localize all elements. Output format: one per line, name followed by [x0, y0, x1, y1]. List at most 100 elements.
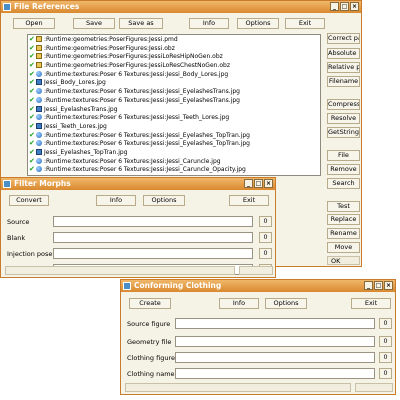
source-field[interactable] — [53, 216, 253, 227]
options-button[interactable]: Options — [143, 195, 185, 206]
resolve-button[interactable]: Resolve — [327, 113, 360, 124]
file-references-status: OK — [327, 256, 360, 265]
file-list-row[interactable]: ✔ :Runtime:textures:Poser 6 Textures:Jess… — [28, 87, 320, 96]
filter-morphs-titlebar[interactable]: Filter Morphs _ □ × — [1, 178, 275, 190]
relative-path-button[interactable]: Relative path — [327, 62, 360, 73]
file-path: Jessi_EyelashesTrans.jpg — [44, 105, 118, 113]
file-list-row[interactable]: ✔ :Runtime:textures:Poser 6 Textures:Jess… — [28, 96, 320, 105]
file-path: :Runtime:textures:Poser 6 Textures:Jessi… — [44, 96, 240, 104]
exit-button[interactable]: Exit — [351, 298, 391, 309]
source-browse-button[interactable]: 0 — [259, 216, 272, 227]
close-button[interactable]: × — [384, 281, 393, 290]
file-list-row[interactable]: ✔:Runtime:textures:Poser 6 Textures:Jess… — [28, 157, 320, 166]
geometry-file-browse-button[interactable]: 0 — [379, 336, 392, 347]
window-title: Conforming Clothing — [134, 281, 222, 290]
clothing-figure-label: Clothing figure — [127, 354, 175, 362]
test-button[interactable]: Test — [327, 201, 360, 212]
file-list-row[interactable]: ✔:Runtime:geometries:PoserFigures:JessiL… — [28, 52, 320, 61]
clothing-name-browse-button[interactable]: 0 — [379, 368, 392, 379]
options-button[interactable]: Options — [237, 18, 279, 29]
file-list-row[interactable]: ✔:Runtime:textures:Poser 6 Textures:Jess… — [28, 131, 320, 140]
check-mark-icon: ✔ — [29, 165, 35, 174]
file-references-titlebar[interactable]: File References _ □ × — [1, 1, 361, 13]
injection-pose-field[interactable] — [53, 248, 253, 259]
clothing-name-field[interactable] — [175, 368, 375, 379]
source-figure-browse-button[interactable]: 0 — [379, 318, 392, 329]
file-list[interactable]: ✔:Runtime:geometries:PoserFigures:Jessi.… — [27, 34, 321, 176]
file-list-row[interactable]: ✔ Jessi_Teeth_Lores.jpg — [28, 122, 320, 131]
options-button[interactable]: Options — [265, 298, 307, 309]
file-path: :Runtime:textures:Poser 6 Textures:Jessi… — [44, 88, 240, 96]
app-icon — [3, 3, 11, 11]
file-list-row[interactable]: ✔:Runtime:textures:Poser 6 Textures:Jess… — [28, 70, 320, 79]
figure-file-icon — [36, 53, 42, 60]
file-list-row[interactable]: ✔ Jessi_Eyelashes_TopTran.jpg — [28, 148, 320, 157]
geometry-file-label: Geometry file — [127, 338, 172, 346]
figure-file-icon — [36, 44, 42, 51]
rename-button[interactable]: Rename — [327, 228, 360, 239]
check-mark-icon: ✔ — [29, 113, 35, 122]
image-file-icon — [36, 148, 42, 155]
conforming-clothing-titlebar[interactable]: Conforming Clothing _ □ × — [121, 280, 395, 292]
minimize-button[interactable]: _ — [364, 281, 373, 290]
convert-button[interactable]: Convert — [9, 195, 49, 206]
file-path: :Runtime:textures:Poser 6 Textures:Jessi… — [44, 70, 229, 78]
check-mark-icon: ✔ — [29, 130, 35, 139]
replace-button[interactable]: Replace — [327, 214, 360, 225]
maximize-button[interactable]: □ — [374, 281, 383, 290]
check-mark-icon: ✔ — [29, 35, 35, 43]
info-button[interactable]: Info — [189, 18, 229, 29]
injection-pose-label: Injection pose — [7, 250, 53, 258]
open-button[interactable]: Open — [13, 18, 55, 29]
file-list-row[interactable]: ✔:Runtime:geometries:PoserFigures:Jessi.… — [28, 44, 320, 53]
check-mark-icon: ✔ — [29, 52, 35, 61]
move-button[interactable]: Move — [327, 242, 360, 253]
info-button[interactable]: Info — [219, 298, 259, 309]
injection-pose-browse-button[interactable]: 0 — [259, 248, 272, 259]
app-icon — [123, 282, 131, 290]
minimize-button[interactable]: _ — [244, 179, 253, 188]
exit-button[interactable]: Exit — [285, 18, 325, 29]
check-mark-icon: ✔ — [29, 147, 35, 156]
window-title: File References — [14, 2, 80, 11]
save-button[interactable]: Save — [73, 18, 115, 29]
maximize-button[interactable]: □ — [254, 179, 263, 188]
create-button[interactable]: Create — [129, 298, 171, 309]
clothing-figure-browse-button[interactable]: 0 — [379, 352, 392, 363]
file-list-row[interactable]: ✔:Runtime:textures:Poser 6 Textures:Jess… — [28, 113, 320, 122]
check-mark-icon: ✔ — [29, 87, 35, 96]
status-ok: OK — [331, 257, 341, 265]
absolute-path-button[interactable]: Absolute path — [327, 48, 360, 59]
source-figure-field[interactable] — [175, 318, 375, 329]
minimize-button[interactable]: _ — [330, 2, 339, 11]
close-button[interactable]: × — [264, 179, 273, 188]
file-list-row[interactable]: ✔ :Runtime:textures:Poser 6 Textures:Jess… — [28, 165, 320, 174]
compression-button[interactable]: Compression — [327, 99, 360, 110]
file-list-row[interactable]: ✔ Jessi_EyelashesTrans.jpg — [28, 105, 320, 114]
file-list-row[interactable]: ✔:Runtime:geometries:PoserFigures:Jessi.… — [28, 35, 320, 44]
texture-file-icon — [36, 70, 42, 77]
geometry-file-field[interactable] — [175, 336, 375, 347]
file-path: :Runtime:textures:Poser 6 Textures:Jessi… — [44, 166, 246, 174]
info-button[interactable]: Info — [96, 195, 136, 206]
check-mark-icon: ✔ — [29, 95, 35, 104]
file-path: :Runtime:textures:Poser 6 Textures:Jessi… — [44, 157, 221, 165]
exit-button[interactable]: Exit — [229, 195, 269, 206]
file-path: Jessi_Eyelashes_TopTran.jpg — [44, 148, 128, 156]
file-list-row[interactable]: ✔:Runtime:textures:Poser 6 Textures:Jess… — [28, 139, 320, 148]
file-list-row[interactable]: ✔ Jessi_Body_Lores.jpg — [28, 78, 320, 87]
blank-browse-button[interactable]: 0 — [259, 232, 272, 243]
maximize-button[interactable]: □ — [340, 2, 349, 11]
correct-path-button[interactable]: Correct path — [327, 33, 360, 44]
file-path: Jessi_Teeth_Lores.jpg — [44, 122, 107, 130]
file-button[interactable]: File — [327, 150, 360, 161]
clothing-figure-field[interactable] — [175, 352, 375, 363]
blank-field[interactable] — [53, 232, 253, 243]
close-button[interactable]: × — [350, 2, 359, 11]
filename-button[interactable]: Filename — [327, 76, 360, 87]
save-as-button[interactable]: Save as — [119, 18, 163, 29]
search-button[interactable]: Search — [327, 178, 360, 189]
remove-button[interactable]: Remove — [327, 164, 360, 175]
getstringres-button[interactable]: GetStringRes — [327, 127, 360, 138]
file-list-row[interactable]: ✔:Runtime:geometries:PoserFigures:JessiL… — [28, 61, 320, 70]
